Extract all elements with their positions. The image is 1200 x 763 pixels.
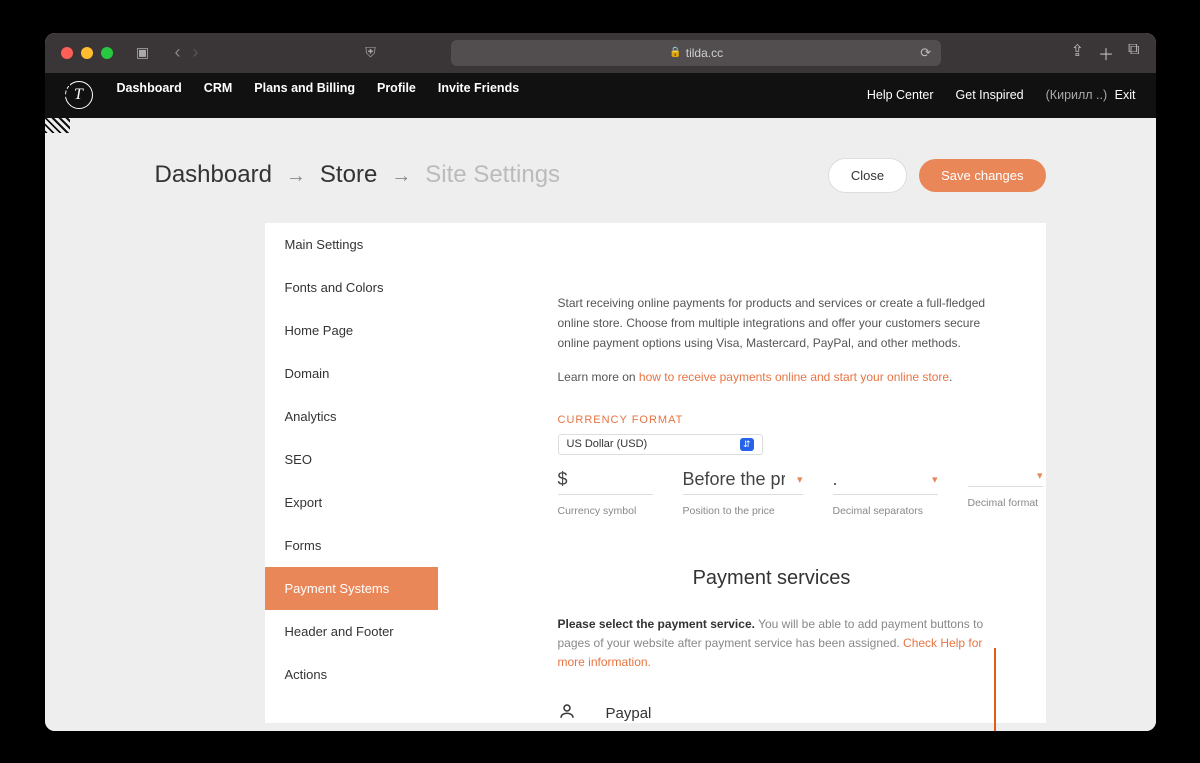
main-content: Start receiving online payments for prod… xyxy=(438,223,1046,723)
sidebar-item-payment-systems[interactable]: Payment Systems xyxy=(265,567,438,610)
nav-forward-icon[interactable]: › xyxy=(189,42,203,63)
payment-services-desc: Please select the payment service. You w… xyxy=(558,615,986,673)
sidebar-item-header-footer[interactable]: Header and Footer xyxy=(265,610,438,653)
chevron-updown-icon: ⇵ xyxy=(740,438,754,451)
breadcrumb-dashboard[interactable]: Dashboard xyxy=(155,161,272,189)
breadcrumb-site-settings: Site Settings xyxy=(425,161,560,189)
paypal-label: Paypal xyxy=(606,705,652,722)
sidebar-item-fonts-colors[interactable]: Fonts and Colors xyxy=(265,266,438,309)
chevron-down-icon: ▾ xyxy=(932,473,938,486)
sidebar-item-seo[interactable]: SEO xyxy=(265,438,438,481)
currency-select[interactable]: US Dollar (USD) ⇵ xyxy=(558,434,763,455)
address-bar[interactable]: 🔒 tilda.cc ⟳ xyxy=(451,40,941,66)
sidebar-item-home-page[interactable]: Home Page xyxy=(265,309,438,352)
learn-more: Learn more on how to receive payments on… xyxy=(558,370,986,384)
currency-format-label: CURRENCY FORMAT xyxy=(558,414,986,426)
nav-dashboard[interactable]: Dashboard xyxy=(117,81,182,109)
chevron-right-icon: → xyxy=(286,165,306,188)
share-icon[interactable]: ⇪ xyxy=(1071,41,1084,65)
payment-option-paypal[interactable]: Paypal xyxy=(558,702,986,722)
chevron-down-icon: ▾ xyxy=(1037,469,1043,482)
tabs-icon[interactable]: ⧉ xyxy=(1128,41,1139,65)
shield-icon[interactable]: ⛨ xyxy=(359,41,383,65)
nav-plans[interactable]: Plans and Billing xyxy=(254,81,355,109)
top-navigation: Dashboard CRM Plans and Billing Profile … xyxy=(117,81,520,109)
sidebar-toggle-icon[interactable]: ▣ xyxy=(131,41,155,65)
decimal-format-caption: Decimal format xyxy=(968,497,1043,509)
decorative-wave xyxy=(45,73,70,133)
decimal-format-select[interactable]: ▾ xyxy=(968,465,1043,487)
sidebar-item-export[interactable]: Export xyxy=(265,481,438,524)
position-caption: Position to the price xyxy=(683,505,803,517)
decimal-sep-caption: Decimal separators xyxy=(833,505,938,517)
sidebar-item-analytics[interactable]: Analytics xyxy=(265,395,438,438)
sidebar-item-forms[interactable]: Forms xyxy=(265,524,438,567)
window-close-icon[interactable] xyxy=(61,47,73,59)
new-tab-icon[interactable]: ＋ xyxy=(1098,41,1114,65)
chevron-down-icon: ▾ xyxy=(797,473,803,486)
get-inspired-link[interactable]: Get Inspired xyxy=(956,88,1024,102)
reload-icon[interactable]: ⟳ xyxy=(920,45,931,61)
nav-crm[interactable]: CRM xyxy=(204,81,232,109)
settings-panel: Main Settings Fonts and Colors Home Page… xyxy=(265,223,1046,723)
browser-chrome: ▣ ‹ › ⛨ 🔒 tilda.cc ⟳ ⇪ ＋ ⧉ xyxy=(45,33,1156,73)
breadcrumb-store[interactable]: Store xyxy=(320,161,377,189)
payment-services-heading: Payment services xyxy=(558,567,986,590)
nav-back-icon[interactable]: ‹ xyxy=(171,42,185,63)
nav-invite[interactable]: Invite Friends xyxy=(438,81,519,109)
nav-profile[interactable]: Profile xyxy=(377,81,416,109)
lock-icon: 🔒 xyxy=(669,47,681,58)
sidebar-item-domain[interactable]: Domain xyxy=(265,352,438,395)
save-button[interactable]: Save changes xyxy=(919,159,1045,192)
user-label: (Кирилл ..) xyxy=(1046,88,1108,102)
currency-symbol-field[interactable]: $ xyxy=(558,465,653,495)
position-select[interactable]: Before the price ▾ xyxy=(683,465,803,495)
scroll-down-arrow-annotation xyxy=(994,648,996,731)
sidebar-item-main-settings[interactable]: Main Settings xyxy=(265,223,438,266)
intro-text: Start receiving online payments for prod… xyxy=(558,293,986,354)
breadcrumb: Dashboard → Store → Site Settings xyxy=(155,161,561,189)
learn-more-link[interactable]: how to receive payments online and start… xyxy=(639,370,949,384)
currency-select-value: US Dollar (USD) xyxy=(567,438,648,450)
help-center-link[interactable]: Help Center xyxy=(867,88,934,102)
window-maximize-icon[interactable] xyxy=(101,47,113,59)
window-minimize-icon[interactable] xyxy=(81,47,93,59)
url: tilda.cc xyxy=(686,46,723,60)
currency-symbol-caption: Currency symbol xyxy=(558,505,653,517)
chevron-right-icon: → xyxy=(391,165,411,188)
person-icon xyxy=(558,702,576,722)
exit-link[interactable]: Exit xyxy=(1115,88,1136,102)
decimal-sep-select[interactable]: . ▾ xyxy=(833,465,938,495)
sidebar-item-actions[interactable]: Actions xyxy=(265,653,438,696)
close-button[interactable]: Close xyxy=(828,158,907,193)
app-topbar: T Dashboard CRM Plans and Billing Profil… xyxy=(45,73,1156,118)
settings-sidebar: Main Settings Fonts and Colors Home Page… xyxy=(265,223,438,723)
